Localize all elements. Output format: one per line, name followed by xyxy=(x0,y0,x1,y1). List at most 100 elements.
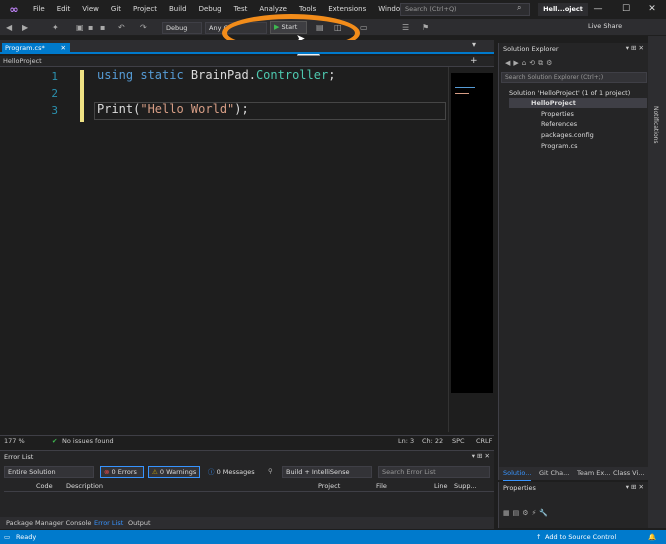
close-window-button[interactable]: ✕ xyxy=(638,0,666,19)
search-icon[interactable]: ⌕ xyxy=(517,3,521,13)
tree-properties[interactable]: Properties xyxy=(541,109,574,119)
menu-debug[interactable]: Debug xyxy=(193,0,228,19)
line-number: 3 xyxy=(51,104,58,117)
properties-panel: Properties ▾ ⊞ ✕ ▦▤⚙⚡🔧 xyxy=(498,482,648,528)
tree-references[interactable]: References xyxy=(541,119,577,129)
tab-error-list[interactable]: Error List xyxy=(94,517,123,529)
tab-dropdown-icon[interactable]: ▾ xyxy=(472,40,476,49)
scrollbar-minimap[interactable] xyxy=(448,67,494,432)
line-indicator: Ln: 3 xyxy=(398,437,415,445)
live-share-button[interactable]: Live Share xyxy=(588,22,622,30)
keyword-using-static: using static xyxy=(97,68,191,82)
messages-filter-button[interactable]: ⓘ 0 Messages xyxy=(204,466,260,478)
properties-toolbar[interactable]: ▦▤⚙⚡🔧 xyxy=(503,509,551,517)
tree-packages-config[interactable]: packages.config xyxy=(541,130,594,140)
menu-project[interactable]: Project xyxy=(127,0,163,19)
comment-icon[interactable]: ▭ xyxy=(360,22,368,33)
line-ending-mode[interactable]: CRLF xyxy=(476,436,492,446)
project-dropdown[interactable]: HelloProject xyxy=(3,56,42,67)
error-icon: ⊗ xyxy=(104,468,112,476)
pane-controls-icon[interactable]: ▾ ⊞ ✕ xyxy=(626,44,644,52)
indent-icon[interactable]: ☰ xyxy=(402,22,409,33)
menu-extensions[interactable]: Extensions xyxy=(322,0,372,19)
errors-filter-button[interactable]: ⊗ 0 Errors xyxy=(100,466,144,478)
undo-icon[interactable]: ↶ xyxy=(118,22,125,33)
tree-solution[interactable]: Solution 'HelloProject' (1 of 1 project) xyxy=(509,88,630,98)
tab-git-changes[interactable]: Git Cha... xyxy=(539,467,569,480)
build-source-select[interactable]: Build + IntelliSense xyxy=(282,466,372,478)
add-source-control-button[interactable]: Add to Source Control xyxy=(545,530,616,544)
solution-name-badge: Hell...oject xyxy=(538,3,588,16)
solution-explorer-toolbar[interactable]: ◀▶⌂⟲⧉⚙ xyxy=(499,57,649,70)
visual-studio-logo-icon[interactable]: ∞ xyxy=(7,3,21,17)
configuration-select[interactable]: Debug xyxy=(162,22,202,34)
code-line-1[interactable]: using static BrainPad.Controller; xyxy=(97,68,335,82)
minimize-button[interactable]: — xyxy=(584,0,612,19)
solution-search-input[interactable]: Search Solution Explorer (Ctrl+;) xyxy=(501,72,647,83)
warnings-filter-button[interactable]: ⚠ 0 Warnings xyxy=(148,466,200,478)
bookmark-icon[interactable]: ⚑ xyxy=(422,22,429,33)
scope-select[interactable]: Entire Solution xyxy=(4,466,94,478)
tab-solution-explorer[interactable]: Solutio... xyxy=(503,467,532,481)
warning-icon: ⚠ xyxy=(152,468,160,476)
editor-status-bar: 177 % ✔ No issues found Ln: 3 Ch: 22 SPC… xyxy=(0,435,494,446)
issues-status[interactable]: No issues found xyxy=(62,436,114,446)
redo-icon[interactable]: ↷ xyxy=(140,22,147,33)
notifications-strip[interactable]: Notifications xyxy=(648,36,666,528)
minimap-line xyxy=(455,87,475,88)
tree-program-cs[interactable]: Program.cs xyxy=(541,141,577,151)
tab-program-cs[interactable]: Program.cs* ✕ xyxy=(2,43,70,54)
global-search-input[interactable]: Search (Ctrl+Q) xyxy=(400,3,530,16)
col-suppression[interactable]: Supp... xyxy=(454,481,477,492)
code-editor[interactable]: 1 2 3 using static BrainPad.Controller; … xyxy=(0,67,448,432)
line-number: 2 xyxy=(51,87,58,100)
check-icon: ✔ xyxy=(52,437,58,445)
tree-project[interactable]: HelloProject xyxy=(509,98,647,108)
messages-count: 0 Messages xyxy=(216,468,255,476)
change-marker xyxy=(80,104,84,122)
status-bar: ▭ Ready ↑ Add to Source Control 🔔 xyxy=(0,530,666,544)
ready-icon: ▭ xyxy=(4,533,11,541)
col-line[interactable]: Line xyxy=(434,481,448,492)
error-list-header: Code Description Project File Line Supp.… xyxy=(4,481,494,492)
title-bar: ∞ File Edit View Git Project Build Debug… xyxy=(0,0,666,19)
properties-pane-controls-icon[interactable]: ▾ ⊞ ✕ xyxy=(626,483,644,491)
error-pane-controls-icon[interactable]: ▾ ⊞ ✕ xyxy=(472,452,490,460)
menu-build[interactable]: Build xyxy=(163,0,193,19)
col-file[interactable]: File xyxy=(376,481,387,492)
menu-git[interactable]: Git xyxy=(105,0,127,19)
class-controller: Controller xyxy=(255,68,329,82)
open-folder-icon[interactable]: ▣ xyxy=(76,22,84,33)
maximize-button[interactable]: ☐ xyxy=(612,0,640,19)
close-tab-icon[interactable]: ✕ xyxy=(61,43,66,54)
menu-test[interactable]: Test xyxy=(228,0,254,19)
whitespace-mode[interactable]: SPC xyxy=(452,436,465,446)
save-all-icon[interactable]: ▪ xyxy=(100,22,105,33)
back-icon[interactable]: ◀ xyxy=(6,22,12,33)
error-list-toolbar: Entire Solution ⊗ 0 Errors ⚠ 0 Warnings … xyxy=(4,466,494,479)
tab-output[interactable]: Output xyxy=(128,517,151,529)
tab-package-manager-console[interactable]: Package Manager Console xyxy=(6,517,91,529)
solution-explorer-tabs: Solutio... Git Cha... Team Ex... Class V… xyxy=(499,467,649,481)
code-line-3[interactable]: Print("Hello World"); xyxy=(97,102,249,116)
namespace-brainpad: BrainPad xyxy=(190,68,249,82)
error-search-input[interactable]: Search Error List xyxy=(378,466,490,478)
notification-bell-icon[interactable]: 🔔 xyxy=(648,530,656,544)
filter-icon[interactable]: ⚲ xyxy=(268,467,273,475)
col-project[interactable]: Project xyxy=(318,481,340,492)
tab-team-explorer[interactable]: Team Ex... xyxy=(577,467,610,480)
tab-class-view[interactable]: Class Vi... xyxy=(613,467,644,480)
menu-file[interactable]: File xyxy=(27,0,51,19)
col-code[interactable]: Code xyxy=(36,481,53,492)
split-editor-icon[interactable]: + xyxy=(470,56,478,67)
forward-icon[interactable]: ▶ xyxy=(22,22,28,33)
col-description[interactable]: Description xyxy=(66,481,103,492)
notifications-label[interactable]: Notifications xyxy=(652,106,659,144)
save-icon[interactable]: ▪ xyxy=(88,22,93,33)
new-project-icon[interactable]: ✦ xyxy=(52,22,59,33)
zoom-level[interactable]: 177 % xyxy=(4,436,25,446)
warnings-count: 0 Warnings xyxy=(159,468,197,476)
call-end: ); xyxy=(234,102,249,116)
menu-edit[interactable]: Edit xyxy=(51,0,77,19)
menu-view[interactable]: View xyxy=(76,0,105,19)
